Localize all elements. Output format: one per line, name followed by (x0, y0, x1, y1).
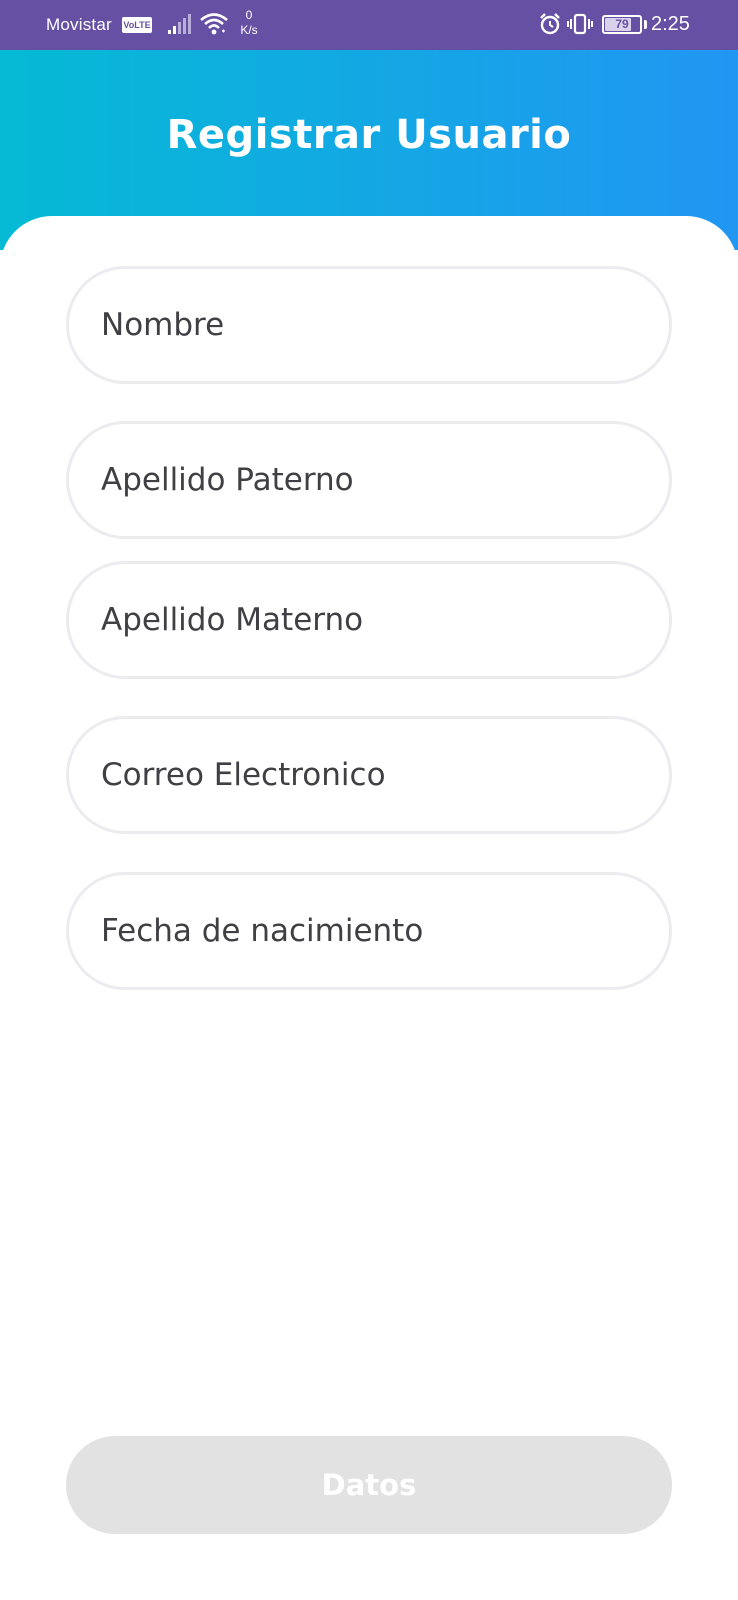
apellido-paterno-field[interactable]: Apellido Paterno (66, 421, 672, 539)
volte-badge: VoLTE (122, 17, 152, 33)
apellido-materno-placeholder: Apellido Materno (101, 602, 364, 638)
alarm-icon (540, 13, 560, 35)
wifi-icon (200, 13, 228, 35)
nombre-placeholder: Nombre (101, 307, 225, 343)
vibrate-icon (567, 13, 593, 35)
nombre-field[interactable]: Nombre (66, 266, 672, 384)
network-speed-unit: K/s (240, 23, 258, 37)
status-time: 2:25 (651, 13, 690, 35)
battery-cap (644, 20, 647, 29)
apellido-paterno-placeholder: Apellido Paterno (101, 462, 354, 498)
fecha-nacimiento-field[interactable]: Fecha de nacimiento (66, 872, 672, 990)
correo-electronico-field[interactable]: Correo Electronico (66, 716, 672, 834)
carrier-name: Movistar (46, 15, 112, 34)
page-title: Registrar Usuario (166, 112, 572, 158)
correo-electronico-placeholder: Correo Electronico (101, 757, 386, 793)
battery-percent: 79 (615, 17, 629, 31)
battery-icon: 79 (602, 15, 642, 34)
form-card: Nombre Apellido Paterno Apellido Materno… (0, 216, 738, 1600)
datos-button[interactable]: Datos (66, 1436, 672, 1534)
status-bar: Movistar VoLTE 0 K/s 79 2:25 (0, 0, 738, 50)
apellido-materno-field[interactable]: Apellido Materno (66, 561, 672, 679)
signal-icon (168, 14, 191, 34)
network-speed: 0 K/s (234, 8, 264, 38)
network-speed-value: 0 (245, 8, 253, 22)
fecha-nacimiento-placeholder: Fecha de nacimiento (101, 913, 424, 949)
